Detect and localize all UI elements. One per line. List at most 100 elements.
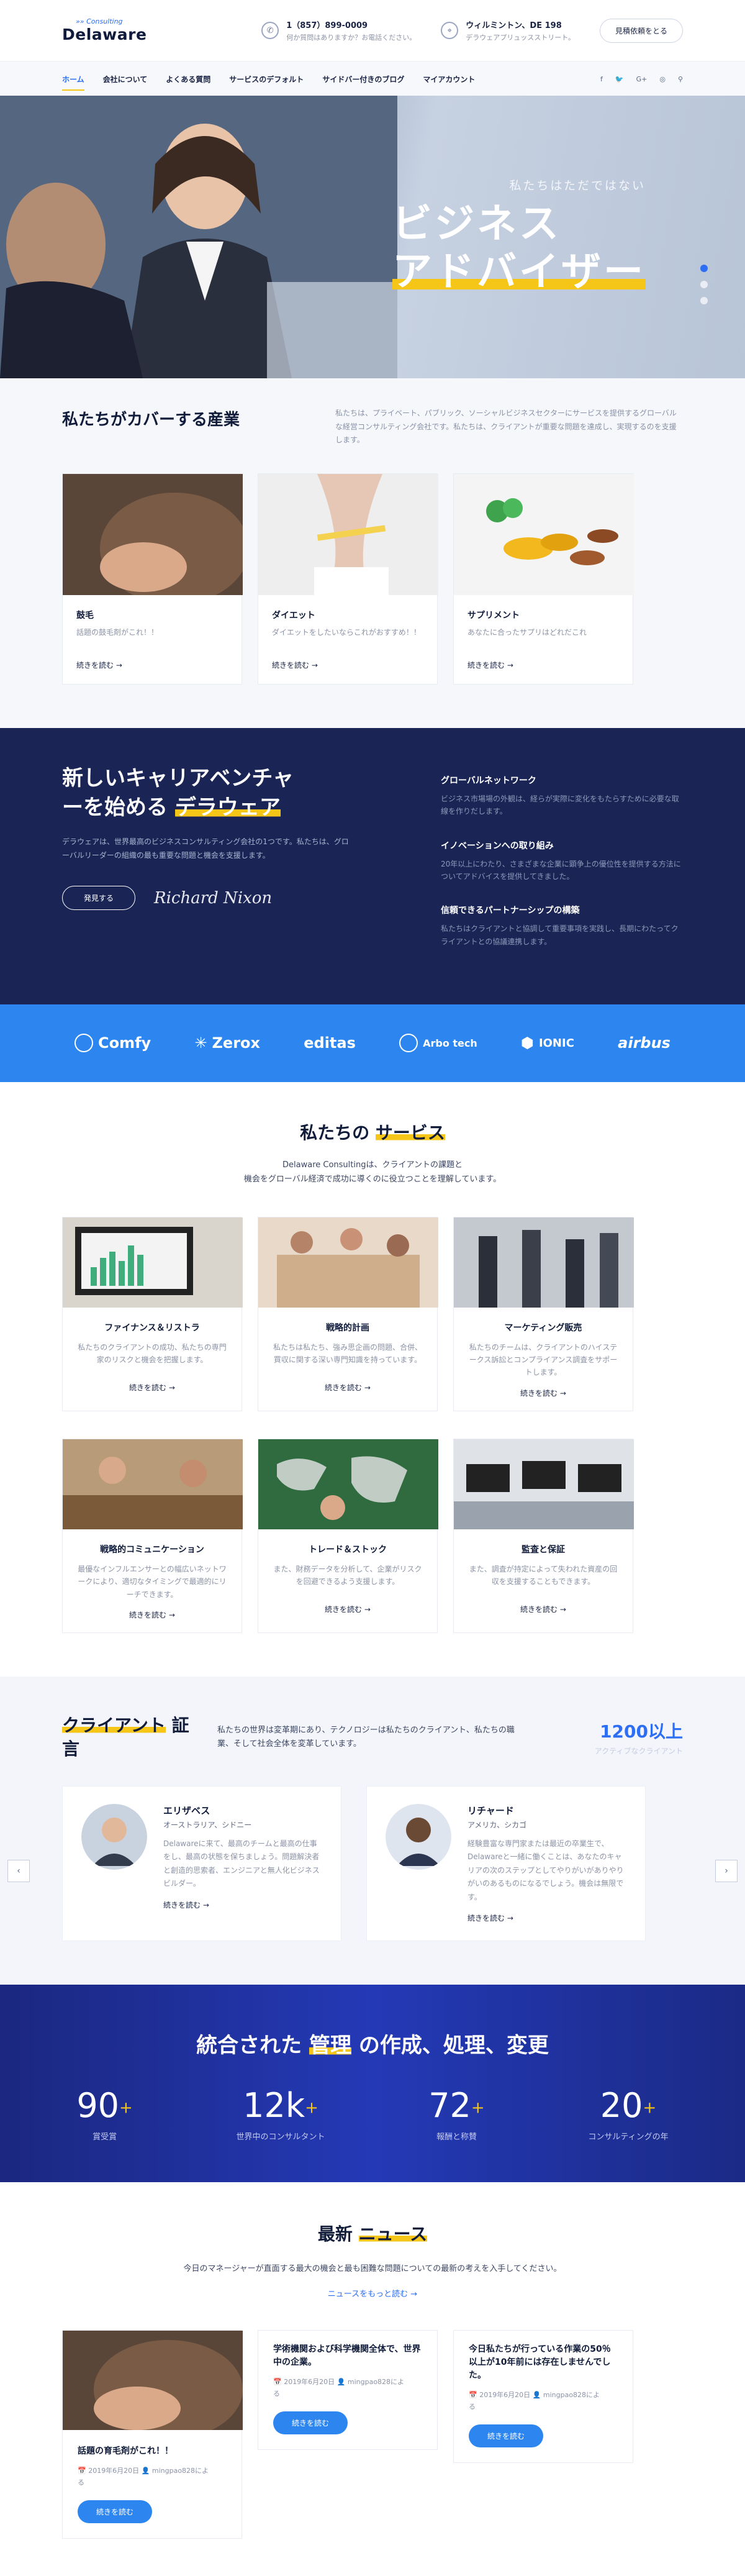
audit-image <box>454 1439 634 1529</box>
hero-banner: 私たちはただではない ビジネス アドバイザー <box>0 96 745 378</box>
more-news-link[interactable]: ニュースをもっと読む → <box>62 2287 683 2299</box>
testimonials-title: クライアント 証言 <box>62 1714 189 1759</box>
card-desc: ダイエットをしたいならこれがおすすめ！！ <box>272 627 421 637</box>
address-caption: デラウェアプリュッスストリート。 <box>466 34 575 42</box>
phone-contact[interactable]: ✆ 1（857）899-0009 何か質問はありますか？お電話ください。 <box>261 19 416 42</box>
service-card-strategy[interactable]: 戦略的計画 私たちは私たち、強み思企画の問題、合併、買収に関する深い専門知識を持っ… <box>258 1216 438 1411</box>
trade-image <box>258 1439 438 1529</box>
logo[interactable]: »» Consulting Delaware <box>62 17 147 43</box>
service-card-trade[interactable]: トレード＆ストック また、財務データを分析して、企業がリスクを回避できるよう支援し… <box>258 1438 438 1633</box>
google-plus-icon[interactable]: G+ <box>636 75 648 83</box>
brand-editas-logo: editas <box>304 1034 356 1052</box>
brand-logos-strip: Comfy ✳ Zerox editas Arbo tech ⬢ IONIC air… <box>0 1004 745 1082</box>
brand-ionic-logo: ⬢ IONIC <box>520 1034 574 1052</box>
twitter-icon[interactable]: 🐦 <box>615 75 624 83</box>
avatar <box>386 1803 451 1870</box>
service-card-marketing[interactable]: マーケティング販売 私たちのチームは、クライアントのハイステークス訴訟とコンプライ… <box>453 1216 634 1411</box>
stat-consultants: 12k+ 世界中のコンサルタント <box>236 2086 325 2142</box>
brand-airbus-logo: airbus <box>618 1034 670 1052</box>
slider-dot-2[interactable] <box>700 281 708 288</box>
service-card-finance[interactable]: ファイナンス＆リストラ 私たちのクライアントの成功、私たちの専門家のリスクと機会を… <box>62 1216 243 1411</box>
nav-item-home[interactable]: ホーム <box>62 70 84 91</box>
carousel-next-arrow[interactable]: › <box>715 1859 738 1882</box>
logo-tagline: »» Consulting <box>76 17 123 25</box>
diet-image <box>258 473 438 595</box>
get-quote-button[interactable]: 見積依頼をとる <box>599 18 683 43</box>
stats-section: 統合された 管理 の作成、処理、変更 90+ 賞受賞 12k+ 世界中のコンサルタン… <box>0 1985 745 2183</box>
career-title: 新しいキャリアベンチャ ーを始める デラウェア <box>62 765 294 821</box>
industry-card-diet[interactable]: ダイエットダイエットをしたいならこれがおすすめ！！ 続きを読む → <box>258 473 438 685</box>
read-more-button[interactable]: 続きを読む <box>78 2500 153 2523</box>
feature-global-network: グローバルネットワーク ビジネス市場場の外観は、経らが実際に変化をもたらすために必… <box>441 775 679 816</box>
strategy-image <box>258 1217 438 1308</box>
finance-image <box>63 1217 243 1308</box>
services-title: 私たちの サービス <box>300 1122 445 1143</box>
facebook-icon[interactable]: f <box>600 75 603 83</box>
read-more-link[interactable]: 続きを読む → <box>78 1609 227 1620</box>
news-card[interactable]: 話題の育毛剤がこれ！！ 📅 2019年6月20日 👤 mingpao828による続… <box>62 2330 243 2539</box>
read-more-link[interactable]: 続きを読む → <box>467 1913 626 1923</box>
stat-awards: 90+ 賞受賞 <box>76 2086 133 2142</box>
testimonials-lead: 私たちの世界は変革期にあり、テクノロジーは私たちのクライアント、私たちの職業、そ… <box>217 1725 515 1749</box>
read-more-link[interactable]: 続きを読む → <box>78 1382 227 1393</box>
read-more-link[interactable]: 続きを読む → <box>273 1604 422 1614</box>
testimonial-card: リチャード アメリカ、シカゴ 経験豊富な専門家または最近の卒業生で、Delaware… <box>366 1785 646 1942</box>
industries-section: 私たちがカバーする産業 私たちは、プライベート、パブリック、ソーシャルビジネスセ… <box>0 378 745 728</box>
card-desc: あなたに合ったサプリはどれだこれ <box>467 627 587 637</box>
nav-item-blog[interactable]: サイドバー付きのブログ <box>322 70 404 88</box>
phone-number: 1（857）899-0009 <box>286 21 368 30</box>
carousel-prev-arrow[interactable]: ‹ <box>7 1859 30 1882</box>
discover-button[interactable]: 発見する <box>62 886 136 911</box>
read-more-button[interactable]: 続きを読む <box>469 2424 544 2447</box>
ceo-signature: Richard Nixon <box>154 888 273 908</box>
service-card-audit[interactable]: 監査と保証 また、調査が持定によって失われた資産の回収を支援することもできます。続… <box>453 1438 634 1633</box>
testimonial-card: エリザベス オーストラリア、シドニー Delawareに来て、最高のチームと最高の仕… <box>62 1785 341 1942</box>
slider-dot-1[interactable] <box>700 265 708 272</box>
nav-item-about[interactable]: 会社について <box>103 70 148 88</box>
nav-item-services[interactable]: サービスのデフォルト <box>229 70 304 88</box>
news-card[interactable]: 今日私たちが行っている作業の50％以上が10年前には存在しませんでした。 📅 20… <box>453 2330 633 2463</box>
nav-item-account[interactable]: マイアカウント <box>423 70 475 88</box>
card-title: ダイエット <box>272 610 315 621</box>
read-more-link[interactable]: 続きを読む → <box>469 1388 618 1398</box>
industry-card-hair[interactable]: 鼓毛 話題の鼓毛剤がこれ！！ 続きを読む → <box>62 473 249 685</box>
read-more-button[interactable]: 続きを読む <box>273 2411 348 2434</box>
industries-description: 私たちは、プライベート、パブリック、ソーシャルビジネスセクターにサービスを提供す… <box>335 409 677 445</box>
communication-image <box>63 1439 243 1529</box>
stats-title: 統合された 管理 の作成、処理、変更 <box>196 2033 549 2059</box>
read-more-link[interactable]: 続きを読む → <box>163 1900 322 1910</box>
read-more-link[interactable]: 続きを読む → <box>469 1604 618 1614</box>
industry-card-supplement[interactable]: サプリメント あなたに合ったサプリはどれだこれ 続きを読む → <box>453 473 634 685</box>
read-more-link[interactable]: 続きを読む → <box>273 1382 422 1393</box>
instagram-icon[interactable]: ◎ <box>659 75 666 83</box>
stat-rewards: 72+ 報酬と称賛 <box>428 2086 485 2142</box>
nav-item-faq[interactable]: よくある質問 <box>166 70 210 88</box>
avatar <box>81 1803 147 1870</box>
hair-image <box>63 473 249 604</box>
industries-title: 私たちがカバーする産業 <box>62 411 240 429</box>
service-card-communication[interactable]: 戦略的コミュニケーション 最優なインフルエンサーとの幅広いネットワークにより、適切… <box>62 1438 243 1633</box>
news-section: 最新 ニュース 今日のマネージャーが直面する最大の機会と最も困難な問題についての… <box>0 2182 745 2575</box>
career-description: デラウェアは、世界最高のビジネスコンサルティング会社の1つです。私たちは、グロー… <box>62 837 349 860</box>
feature-partnership: 信頼できるパートナーシップの構築 私たちはクライアントと協調して重要事項を実践し、… <box>441 906 679 946</box>
phone-icon: ✆ <box>261 22 279 39</box>
news-card[interactable]: 学術機関および科学機関全体で、世界中の企業。 📅 2019年6月20日 👤 min… <box>258 2330 438 2450</box>
brand-zerox-logo: ✳ Zerox <box>194 1034 261 1052</box>
hero-title-line1: ビジネス <box>392 201 561 247</box>
career-section: 新しいキャリアベンチャ ーを始める デラウェア デラウェアは、世界最高のビジネスコ… <box>0 727 745 1004</box>
post-meta: 📅 2019年6月20日 👤 mingpao828による <box>273 2378 405 2398</box>
news-image <box>63 2331 243 2440</box>
slider-dot-3[interactable] <box>700 297 708 304</box>
slider-dots <box>700 265 708 304</box>
card-title: 鼓毛 <box>76 610 94 621</box>
search-icon[interactable]: ⚲ <box>678 75 683 83</box>
read-more-link[interactable]: 続きを読む → <box>467 660 619 670</box>
brand-arbotech-logo: Arbo tech <box>399 1034 477 1053</box>
phone-caption: 何か質問はありますか？お電話ください。 <box>286 34 417 42</box>
read-more-link[interactable]: 続きを読む → <box>76 660 228 670</box>
read-more-link[interactable]: 続きを読む → <box>272 660 423 670</box>
brand-comfy-logo: Comfy <box>74 1034 151 1053</box>
marketing-image <box>454 1217 634 1308</box>
hero-image <box>0 96 397 378</box>
testimonials-section: クライアント 証言 私たちの世界は変革期にあり、テクノロジーは私たちのクライアン… <box>0 1676 745 1985</box>
